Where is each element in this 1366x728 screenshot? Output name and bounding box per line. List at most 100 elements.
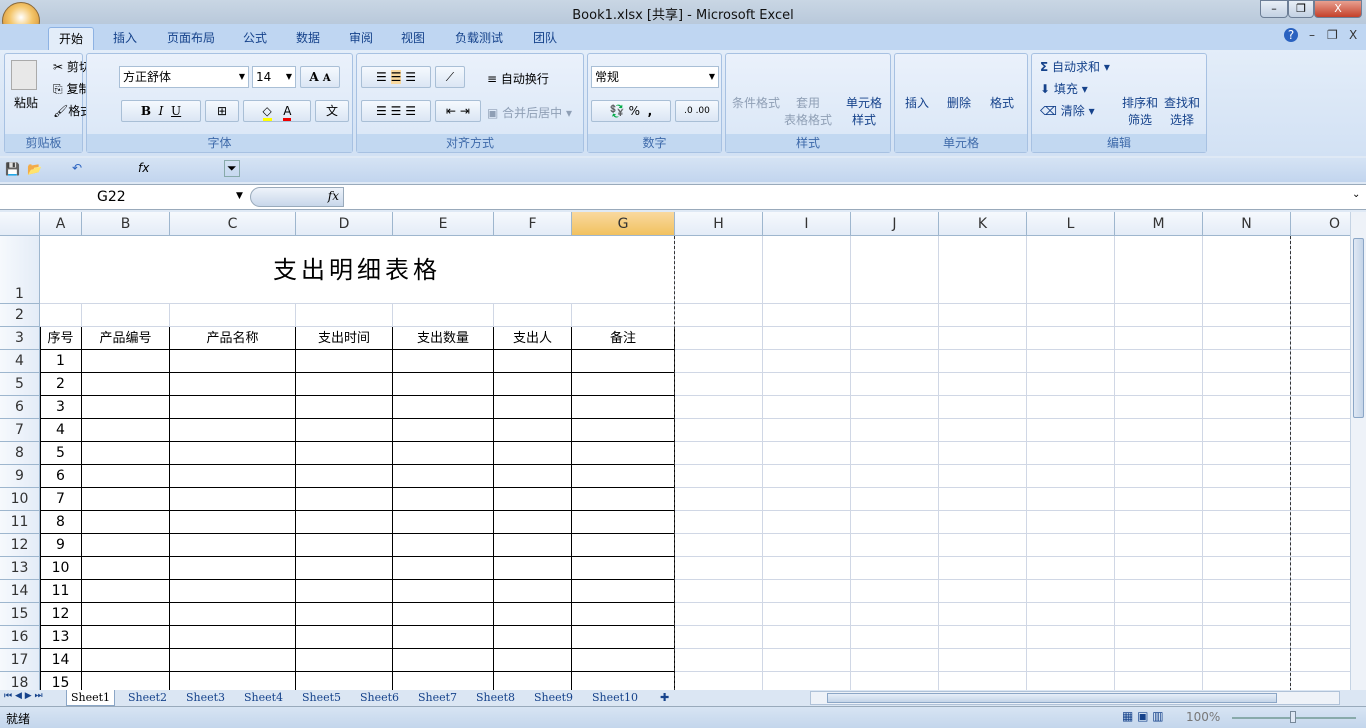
worksheet-grid[interactable]: A B C D E F G H I J K L M N O 1 2 3 4 5 6 7 8 9 10 11 12 13 14 15 16 17… [0,212,1350,690]
cell-F8[interactable] [494,442,572,465]
row-header-11[interactable]: 11 [0,511,40,534]
row-header-3[interactable]: 3 [0,327,40,350]
wrap-text-button[interactable]: ≡ 自动换行 [487,70,549,87]
cell-H1[interactable] [675,236,763,304]
expand-formula-bar-icon[interactable]: ⌄ [1352,189,1360,200]
indent-buttons[interactable]: ⇤ ⇥ [435,100,481,122]
vertical-align-buttons[interactable]: ☰ ☰ ☰ [361,66,431,88]
column-header-J[interactable]: J [851,212,939,236]
sheet-tab-sheet8[interactable]: Sheet8 [472,690,519,706]
fill-button[interactable]: ⬇ 填充 ▾ [1040,80,1088,97]
table-header-0[interactable]: 序号 [40,327,82,350]
cell-N2[interactable] [1203,304,1291,327]
cell-G11[interactable] [572,511,675,534]
cell-L13[interactable] [1027,557,1115,580]
serial-number[interactable]: 12 [40,603,82,626]
cell-J8[interactable] [851,442,939,465]
cell-I18[interactable] [763,672,851,690]
cell-O10[interactable] [1291,488,1350,511]
cell-D8[interactable] [296,442,393,465]
zoom-level[interactable]: 100% [1186,710,1220,724]
cell-D18[interactable] [296,672,393,690]
serial-number[interactable]: 7 [40,488,82,511]
cell-J15[interactable] [851,603,939,626]
sheet-tab-sheet3[interactable]: Sheet3 [182,690,229,706]
cell-D17[interactable] [296,649,393,672]
cell-L10[interactable] [1027,488,1115,511]
sheet-tab-sheet2[interactable]: Sheet2 [124,690,171,706]
cell-J9[interactable] [851,465,939,488]
table-header-3[interactable]: 支出时间 [296,327,393,350]
cell-O11[interactable] [1291,511,1350,534]
cell-I5[interactable] [763,373,851,396]
cell-J5[interactable] [851,373,939,396]
font-color-icon[interactable]: A [283,104,292,121]
cell-M4[interactable] [1115,350,1203,373]
cell-O1[interactable] [1291,236,1350,304]
cell-L15[interactable] [1027,603,1115,626]
view-buttons[interactable]: ▦ ▣ ▥ [1122,709,1164,723]
cell-C4[interactable] [170,350,296,373]
cell-G12[interactable] [572,534,675,557]
cell-J6[interactable] [851,396,939,419]
tab-8[interactable]: 团队 [523,27,567,50]
row-header-13[interactable]: 13 [0,557,40,580]
cell-K9[interactable] [939,465,1027,488]
cell-L9[interactable] [1027,465,1115,488]
font-size-select[interactable]: 14 ▼ [252,66,296,88]
cell-F5[interactable] [494,373,572,396]
cell-D7[interactable] [296,419,393,442]
cell-M9[interactable] [1115,465,1203,488]
cell-I11[interactable] [763,511,851,534]
cell-K3[interactable] [939,327,1027,350]
cell-G8[interactable] [572,442,675,465]
column-header-F[interactable]: F [494,212,572,236]
cell-J1[interactable] [851,236,939,304]
percent-button[interactable]: % [629,104,640,118]
row-header-5[interactable]: 5 [0,373,40,396]
cell-E9[interactable] [393,465,494,488]
cell-C17[interactable] [170,649,296,672]
cell-E15[interactable] [393,603,494,626]
cell-K12[interactable] [939,534,1027,557]
table-header-4[interactable]: 支出数量 [393,327,494,350]
ribbon-restore-button[interactable]: ❐ [1327,28,1338,42]
cell-M18[interactable] [1115,672,1203,690]
cell-C13[interactable] [170,557,296,580]
column-header-B[interactable]: B [82,212,170,236]
cell-O18[interactable] [1291,672,1350,690]
cell-K7[interactable] [939,419,1027,442]
cell-O13[interactable] [1291,557,1350,580]
cell-H15[interactable] [675,603,763,626]
insert-function-button[interactable]: fx [328,189,339,203]
cell-E18[interactable] [393,672,494,690]
column-header-E[interactable]: E [393,212,494,236]
paste-button[interactable]: 粘贴 [14,94,38,111]
cell-F10[interactable] [494,488,572,511]
insert-cells-button[interactable]: 插入 [905,94,929,111]
sheet-tab-sheet7[interactable]: Sheet7 [414,690,461,706]
cell-K14[interactable] [939,580,1027,603]
sheet-tab-sheet5[interactable]: Sheet5 [298,690,345,706]
cell-I8[interactable] [763,442,851,465]
cell-F15[interactable] [494,603,572,626]
cell-E2[interactable] [393,304,494,327]
clear-button[interactable]: ⌫ 清除 ▾ [1040,102,1095,119]
serial-number[interactable]: 3 [40,396,82,419]
sheet-tab-sheet6[interactable]: Sheet6 [356,690,403,706]
cell-K6[interactable] [939,396,1027,419]
italic-button[interactable]: I [159,104,164,118]
cell-L4[interactable] [1027,350,1115,373]
serial-number[interactable]: 2 [40,373,82,396]
cell-H17[interactable] [675,649,763,672]
zoom-slider[interactable] [1232,711,1356,723]
cell-M15[interactable] [1115,603,1203,626]
fill-color-icon[interactable]: ◇ [262,104,272,121]
cell-H12[interactable] [675,534,763,557]
cell-N10[interactable] [1203,488,1291,511]
cell-C11[interactable] [170,511,296,534]
cell-K8[interactable] [939,442,1027,465]
cell-L11[interactable] [1027,511,1115,534]
sheet-tab-sheet1[interactable]: Sheet1 [66,690,116,706]
comma-button[interactable]: , [648,104,653,118]
